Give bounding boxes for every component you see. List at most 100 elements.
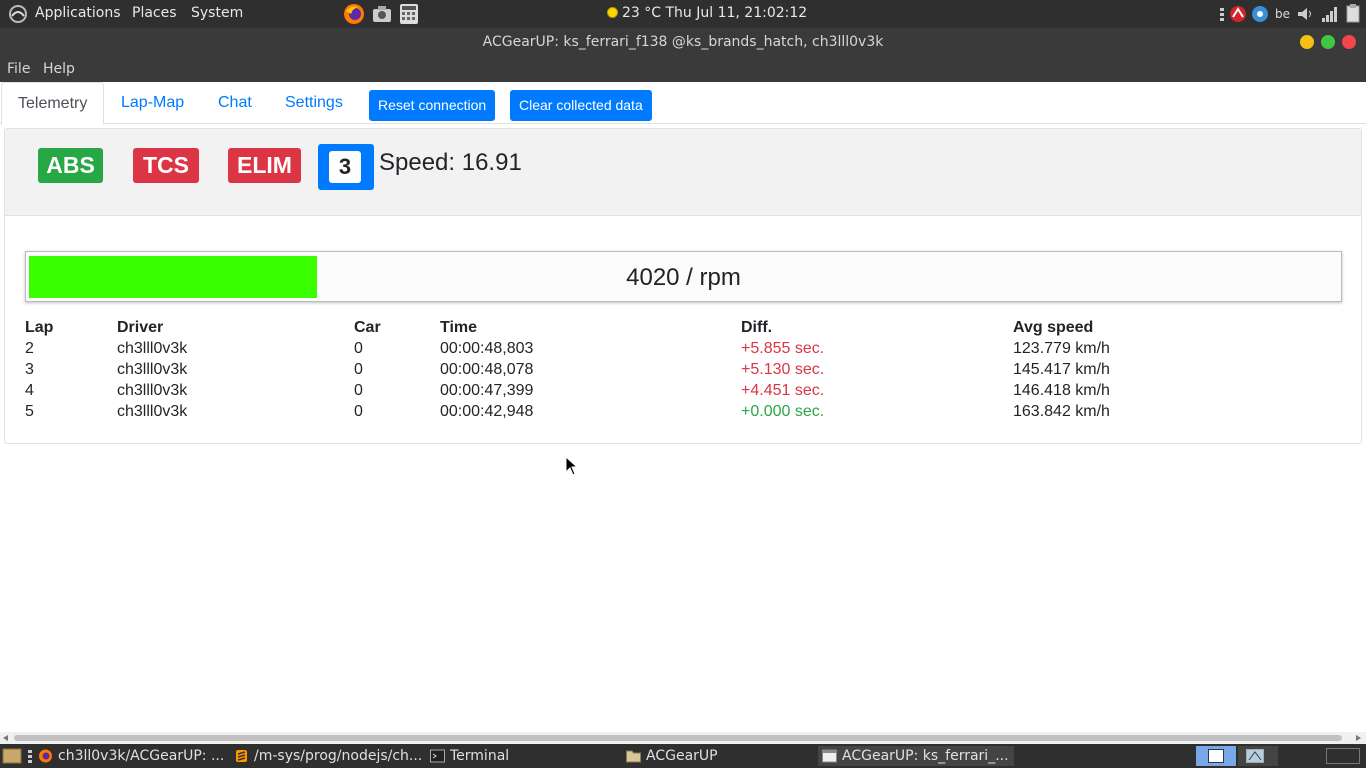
clock-area[interactable]: 23 °C Thu Jul 11, 21:02:12 (607, 5, 807, 21)
clear-data-button[interactable]: Clear collected data (510, 90, 652, 121)
keyboard-layout[interactable]: be (1275, 3, 1290, 25)
col-diff: Diff. (741, 319, 773, 336)
col-lap: Lap (25, 319, 54, 336)
task-label: ACGearUP: ks_ferrari_... (842, 748, 1009, 764)
lap-number: 2 (25, 340, 34, 357)
task-firefox[interactable]: ch3ll0v3k/ACGearUP: ... (34, 746, 224, 766)
firefox-icon[interactable] (343, 3, 365, 25)
network-signal-icon[interactable] (1320, 3, 1338, 25)
distro-logo-icon[interactable] (8, 4, 28, 24)
file-menu[interactable]: File (7, 61, 30, 77)
workspace-2[interactable] (1238, 746, 1278, 766)
task-label: Terminal (450, 748, 510, 764)
lap-number: 4 (25, 382, 34, 399)
maximize-button[interactable] (1321, 35, 1335, 49)
horizontal-scrollbar[interactable] (0, 732, 1366, 744)
lap-avg-speed: 146.418 km/h (1013, 382, 1110, 399)
rpm-bar: 4020 / rpm (25, 251, 1342, 302)
tab-settings[interactable]: Settings (269, 82, 359, 124)
abs-badge: ABS (38, 148, 103, 183)
close-button[interactable] (1342, 35, 1356, 49)
app-tray-icon[interactable] (1229, 3, 1247, 25)
help-menu[interactable]: Help (43, 61, 75, 77)
top-panel: Applications Places System 23 °C Thu Jul… (0, 0, 1366, 28)
window-titlebar[interactable]: ACGearUP: ks_ferrari_f138 @ks_brands_hat… (0, 28, 1366, 57)
minimize-button[interactable] (1300, 35, 1314, 49)
tcs-badge: TCS (133, 148, 199, 183)
show-desktop-icon[interactable] (2, 747, 22, 765)
speed-readout: Speed: 16.91 (379, 149, 522, 176)
col-avg-speed: Avg speed (1013, 319, 1094, 336)
window-title: ACGearUP: ks_ferrari_f138 @ks_brands_hat… (482, 34, 884, 50)
tab-telemetry[interactable]: Telemetry (1, 82, 105, 125)
scroll-left-icon[interactable] (3, 735, 9, 741)
lap-number: 5 (25, 403, 34, 420)
scroll-right-icon[interactable] (1356, 735, 1362, 741)
lap-time: 00:00:42,948 (440, 403, 534, 420)
lap-number: 3 (25, 361, 34, 378)
tray-handle-icon[interactable] (1220, 3, 1224, 25)
taskbar: ch3ll0v3k/ACGearUP: ... /m-sys/prog/node… (0, 744, 1366, 768)
screenshot-icon[interactable] (371, 3, 393, 25)
tab-chat[interactable]: Chat (202, 82, 268, 124)
lap-time: 00:00:48,803 (440, 340, 534, 357)
reset-connection-button[interactable]: Reset connection (369, 90, 496, 121)
workspace-3[interactable] (1326, 748, 1360, 764)
folder-icon (626, 750, 641, 763)
clock: Thu Jul 11, 21:02:12 (665, 5, 808, 21)
workspace-apps-icon (1246, 749, 1264, 763)
task-sublime[interactable]: /m-sys/prog/nodejs/ch... (230, 746, 422, 766)
sublime-icon (236, 750, 247, 762)
lap-diff: +5.855 sec. (741, 340, 825, 357)
weather-temp: 23 °C (622, 5, 662, 21)
workspace-1[interactable] (1196, 746, 1236, 766)
lap-time: 00:00:48,078 (440, 361, 534, 378)
lap-diff: +5.130 sec. (741, 361, 825, 378)
lap-avg-speed: 123.779 km/h (1013, 340, 1110, 357)
tab-lap-map[interactable]: Lap-Map (105, 82, 200, 124)
weather-sun-icon (607, 7, 618, 18)
rpm-text: 4020 / rpm (626, 264, 741, 291)
lap-driver: ch3lll0v3k (117, 403, 188, 420)
task-label: /m-sys/prog/nodejs/ch... (254, 748, 422, 764)
lap-car: 0 (354, 361, 363, 378)
task-acgearup[interactable]: ACGearUP: ks_ferrari_... (818, 746, 1014, 766)
scrollbar-thumb[interactable] (14, 735, 1342, 741)
workspace-window-icon (1208, 749, 1224, 763)
system-tray: be (1216, 3, 1366, 25)
task-folder[interactable]: ACGearUP (622, 746, 812, 766)
lap-car: 0 (354, 340, 363, 357)
task-terminal[interactable]: Terminal (426, 746, 616, 766)
lap-diff: +4.451 sec. (741, 382, 825, 399)
lap-car: 0 (354, 403, 363, 420)
col-car: Car (354, 319, 381, 336)
lap-time: 00:00:47,399 (440, 382, 534, 399)
lap-diff: +0.000 sec. (741, 403, 825, 420)
col-driver: Driver (117, 319, 164, 336)
gear-value: 3 (329, 151, 361, 183)
applications-menu[interactable]: Applications (35, 5, 121, 21)
lap-avg-speed: 145.417 km/h (1013, 361, 1110, 378)
telemetry-header: ABS TCS ELIM 3 Speed: 16.91 (5, 129, 1361, 216)
task-label: ACGearUP (646, 748, 718, 764)
app-menubar: File Help (0, 57, 1366, 82)
system-menu[interactable]: System (191, 5, 243, 21)
places-menu[interactable]: Places (132, 5, 177, 21)
taskbar-handle-icon[interactable] (28, 747, 32, 765)
lap-driver: ch3lll0v3k (117, 361, 188, 378)
task-label: ch3ll0v3k/ACGearUP: ... (58, 748, 224, 764)
clipboard-icon[interactable] (1344, 3, 1362, 25)
telemetry-card: ABS TCS ELIM 3 Speed: 16.91 4020 / rpm L… (4, 128, 1362, 444)
lap-driver: ch3lll0v3k (117, 340, 188, 357)
mouse-cursor-icon (565, 456, 579, 476)
col-time: Time (440, 319, 478, 336)
nav-tabs: Telemetry Lap-Map Chat Settings Reset co… (0, 82, 1366, 125)
firefox-icon (39, 749, 52, 763)
lap-avg-speed: 163.842 km/h (1013, 403, 1110, 420)
volume-icon[interactable] (1296, 3, 1314, 25)
updates-icon[interactable] (1251, 3, 1269, 25)
calculator-icon[interactable] (398, 3, 420, 25)
lap-car: 0 (354, 382, 363, 399)
terminal-icon (430, 749, 445, 763)
window-icon (822, 749, 837, 763)
